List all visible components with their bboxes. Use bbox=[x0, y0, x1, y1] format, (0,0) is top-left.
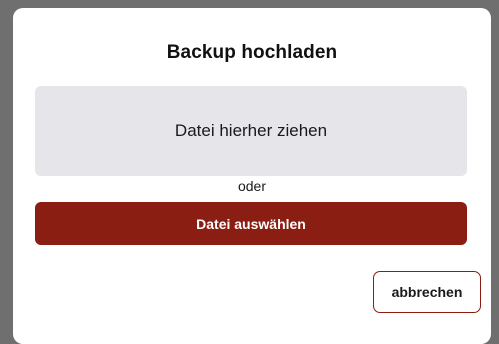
or-separator: oder bbox=[237, 178, 267, 194]
upload-backup-dialog: Backup hochladen Datei hierher ziehen od… bbox=[13, 8, 491, 344]
file-dropzone[interactable]: Datei hierher ziehen bbox=[35, 86, 467, 176]
dropzone-label: Datei hierher ziehen bbox=[174, 121, 328, 140]
dialog-title: Backup hochladen bbox=[166, 42, 338, 63]
choose-file-button[interactable]: Datei auswählen bbox=[35, 202, 467, 245]
cancel-button[interactable]: abbrechen bbox=[373, 271, 481, 313]
